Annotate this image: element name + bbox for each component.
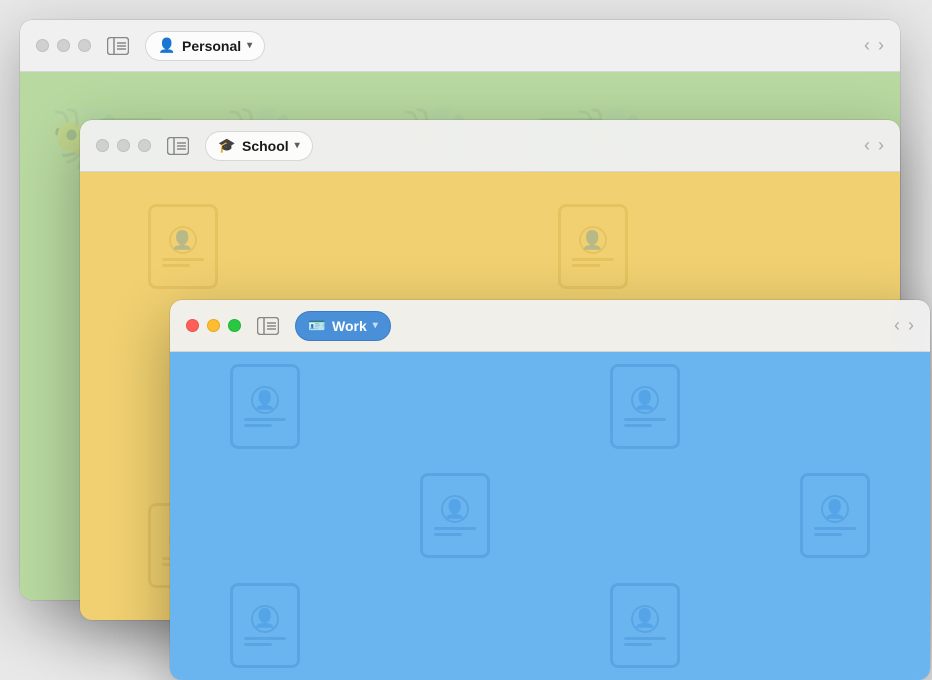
maximize-button-work[interactable] (228, 319, 241, 332)
school-back-button[interactable]: ‹ (864, 135, 870, 156)
school-account-label: School (242, 138, 289, 154)
sidebar-toggle-personal[interactable] (103, 34, 133, 58)
school-titlebar: 🎓 School ▾ ‹ › (80, 120, 900, 172)
work-bg-pattern: 👤 👤 👤 👤 👤 👤 (170, 352, 930, 680)
account-selector-personal[interactable]: 👤 Personal ▾ (145, 31, 265, 61)
work-window[interactable]: 🪪 Work ▾ ‹ › 👤 👤 👤 👤 👤 👤 (170, 300, 930, 680)
minimize-button-personal[interactable] (57, 39, 70, 52)
traffic-lights-work (186, 319, 241, 332)
traffic-lights-school (96, 139, 151, 152)
account-selector-school[interactable]: 🎓 School ▾ (205, 131, 313, 161)
close-button-work[interactable] (186, 319, 199, 332)
school-nav-arrows: ‹ › (864, 135, 884, 156)
personal-titlebar: 👤 Personal ▾ ‹ › (20, 20, 900, 72)
work-account-label: Work (332, 318, 367, 334)
personal-account-label: Personal (182, 38, 241, 54)
work-back-button[interactable]: ‹ (894, 315, 900, 336)
traffic-lights-personal (36, 39, 91, 52)
personal-back-button[interactable]: ‹ (864, 35, 870, 56)
work-chevron-icon: ▾ (373, 320, 378, 331)
minimize-button-work[interactable] (207, 319, 220, 332)
work-nav-arrows: ‹ › (894, 315, 914, 336)
work-content: 👤 👤 👤 👤 👤 👤 (170, 352, 930, 680)
maximize-button-school[interactable] (138, 139, 151, 152)
personal-forward-button[interactable]: › (878, 35, 884, 56)
school-account-icon: 🎓 (218, 137, 236, 155)
school-forward-button[interactable]: › (878, 135, 884, 156)
work-account-icon: 🪪 (308, 317, 326, 335)
sidebar-toggle-school[interactable] (163, 134, 193, 158)
personal-chevron-icon: ▾ (247, 40, 252, 51)
close-button-personal[interactable] (36, 39, 49, 52)
personal-nav-arrows: ‹ › (864, 35, 884, 56)
maximize-button-personal[interactable] (78, 39, 91, 52)
school-chevron-icon: ▾ (295, 140, 300, 151)
personal-account-icon: 👤 (158, 37, 176, 55)
work-forward-button[interactable]: › (908, 315, 914, 336)
minimize-button-school[interactable] (117, 139, 130, 152)
close-button-school[interactable] (96, 139, 109, 152)
work-titlebar: 🪪 Work ▾ ‹ › (170, 300, 930, 352)
sidebar-toggle-work[interactable] (253, 314, 283, 338)
account-selector-work[interactable]: 🪪 Work ▾ (295, 311, 391, 341)
